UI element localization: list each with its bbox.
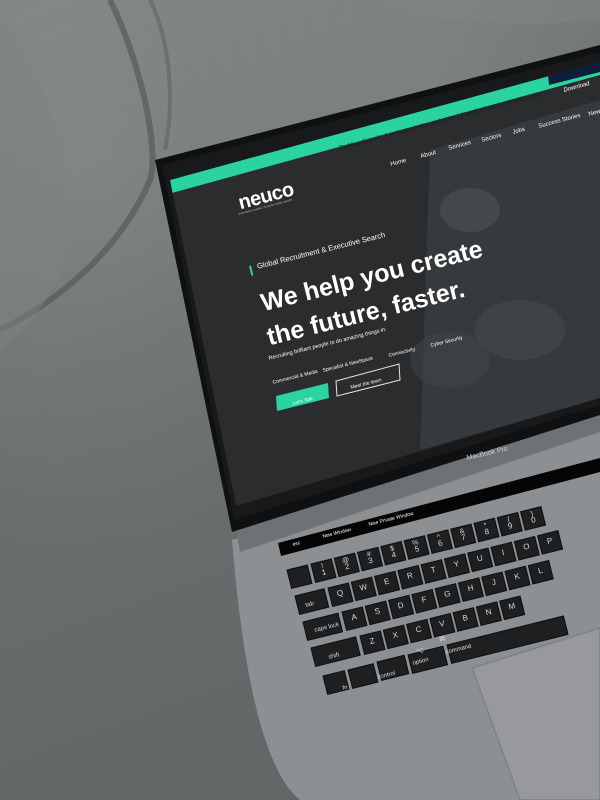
- key-tilde[interactable]: [286, 564, 313, 590]
- key-control[interactable]: [347, 663, 379, 690]
- key-shift[interactable]: [310, 636, 361, 668]
- key-fn-label: fn: [342, 684, 349, 692]
- keyboard: 1! 2@ 3# 4$ 5% 6^ 7& 8* 9(0)QWERTYUIOPASDFGHJKLZ…: [278, 458, 600, 696]
